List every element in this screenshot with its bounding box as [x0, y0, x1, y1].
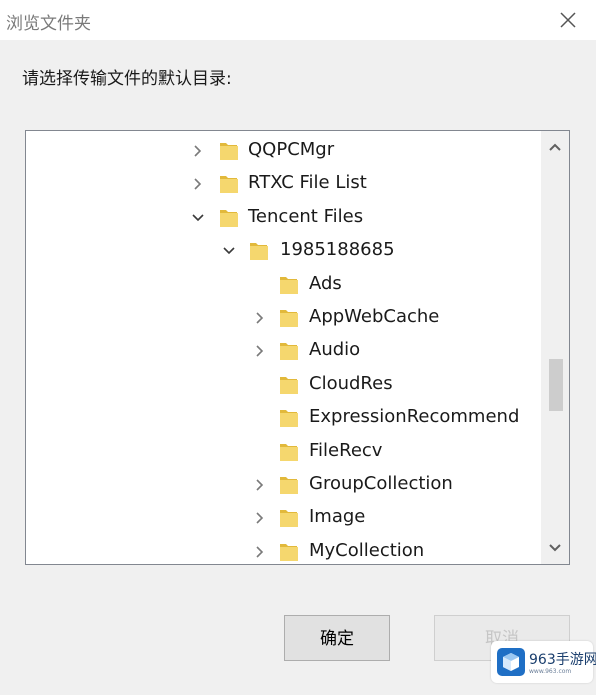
tree-item[interactable]: Audio [26, 335, 538, 368]
watermark-url: www.963.com [529, 668, 572, 675]
expand-chevron-right-icon[interactable] [188, 141, 208, 161]
expand-chevron-right-icon[interactable] [188, 174, 208, 194]
tree-item[interactable]: Image [26, 502, 538, 535]
tree-item[interactable]: Tencent Files [26, 202, 538, 235]
expand-chevron-right-icon[interactable] [250, 475, 270, 495]
expand-chevron-right-icon[interactable] [250, 508, 270, 528]
tree-item-label: RTXC File List [248, 172, 367, 194]
dialog-title: 浏览文件夹 [6, 14, 91, 34]
expand-chevron-right-icon[interactable] [250, 542, 270, 562]
expand-chevron-down-icon[interactable] [219, 241, 239, 261]
scroll-up-button[interactable] [541, 133, 569, 161]
expand-chevron-right-icon[interactable] [250, 341, 270, 361]
tree-item-label: AppWebCache [309, 306, 440, 327]
folder-icon [278, 407, 300, 429]
tree-item-label: CloudRes [309, 372, 393, 394]
tree-item[interactable]: CloudRes [26, 369, 538, 402]
close-button[interactable] [554, 6, 582, 34]
folder-tree[interactable]: QQPCMgr RTXC File List Tencent Files 198518… [25, 130, 570, 565]
folder-icon [218, 173, 240, 195]
site-watermark: 963手游网 www.963.com [491, 641, 596, 683]
folder-icon [278, 374, 300, 396]
folder-icon [218, 140, 240, 162]
tree-item-label: Audio [309, 339, 361, 361]
watermark-text: 963手游网 [529, 652, 596, 668]
tree-item[interactable]: MyCollection [26, 536, 538, 564]
tree-item[interactable]: 1985188685 [26, 235, 538, 268]
folder-icon [218, 207, 240, 229]
folder-icon [278, 474, 300, 496]
chevron-down-icon [549, 544, 561, 552]
folder-icon [278, 307, 300, 329]
prompt-text: 请选择传输文件的默认目录: [22, 69, 232, 89]
folder-icon [278, 274, 300, 296]
tree-item-label: 1985188685 [280, 239, 395, 261]
folder-icon [278, 541, 300, 563]
folder-icon [278, 507, 300, 529]
tree-item-label: MyCollection [309, 539, 425, 561]
tree-item-label: FileRecv [309, 439, 383, 461]
tree-item-label: ExpressionRecommend [309, 406, 520, 428]
ok-button[interactable]: 确定 [284, 615, 390, 661]
close-icon [560, 12, 576, 28]
tree-item[interactable]: GroupCollection [26, 469, 538, 502]
tree-item[interactable]: FileRecv [26, 436, 538, 469]
expand-chevron-down-icon[interactable] [188, 208, 208, 228]
cube-logo-icon [497, 648, 525, 676]
tree-item-label: Ads [309, 272, 342, 294]
tree-item-label: QQPCMgr [248, 139, 335, 160]
vertical-scrollbar[interactable] [541, 131, 569, 564]
tree-item-label: Tencent Files [248, 205, 364, 227]
tree-item[interactable]: ExpressionRecommend [26, 402, 538, 435]
folder-icon [278, 340, 300, 362]
title-bar: 浏览文件夹 [0, 0, 596, 40]
chevron-up-icon [549, 143, 561, 151]
tree-item-label: GroupCollection [309, 473, 453, 494]
folder-icon [278, 441, 300, 463]
tree-item[interactable]: Ads [26, 269, 538, 302]
browse-folder-dialog: 浏览文件夹 请选择传输文件的默认目录: QQPCMgr RTXC File Lis… [0, 0, 596, 695]
scroll-thumb[interactable] [549, 359, 563, 411]
scroll-down-button[interactable] [541, 534, 569, 562]
tree-item[interactable]: QQPCMgr [26, 135, 538, 168]
tree-item[interactable]: AppWebCache [26, 302, 538, 335]
folder-icon [248, 240, 270, 262]
expand-chevron-right-icon[interactable] [250, 308, 270, 328]
tree-item-label: Image [309, 506, 366, 528]
tree-item[interactable]: RTXC File List [26, 168, 538, 201]
